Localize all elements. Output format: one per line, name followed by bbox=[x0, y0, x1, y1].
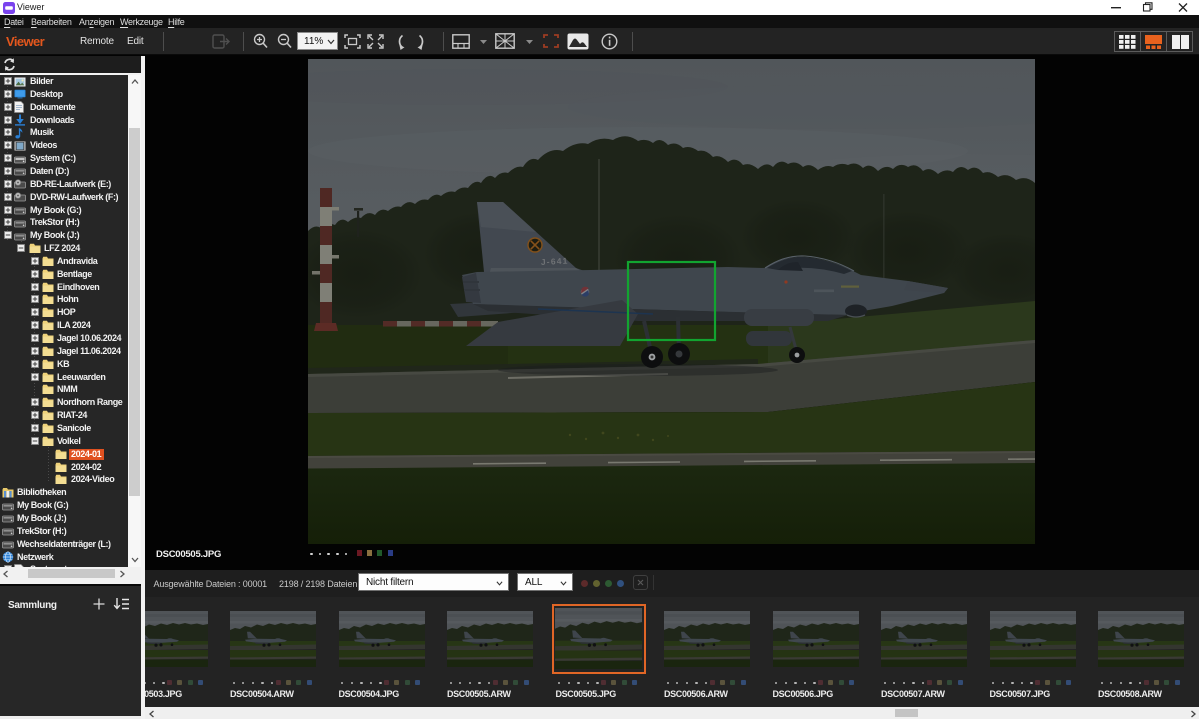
svg-text:J-641: J-641 bbox=[541, 256, 569, 267]
